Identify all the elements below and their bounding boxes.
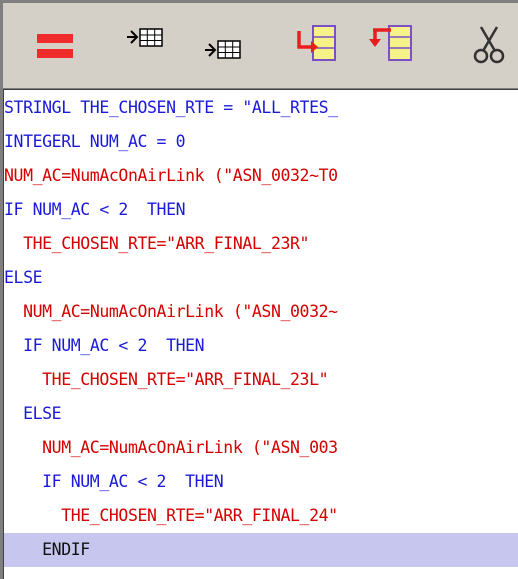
equals-button[interactable] — [27, 17, 83, 73]
code-line[interactable]: NUM_AC=NumAcOnAirLink ("ASN_0032~ — [4, 295, 518, 329]
code-line-current[interactable]: ENDIF — [4, 533, 518, 567]
indent-block-button[interactable] — [289, 17, 345, 73]
code-line[interactable]: ELSE — [4, 397, 518, 431]
code-line[interactable]: INTEGERL NUM_AC = 0 — [4, 125, 518, 159]
window-border-top — [0, 0, 518, 3]
code-text: INTEGERL NUM_AC = 0 — [4, 132, 186, 151]
code-text: NUM_AC=NumAcOnAirLink ("ASN_0032~T0 — [4, 166, 338, 185]
insert-table-below-icon — [205, 40, 241, 59]
outdent-block-button[interactable] — [363, 17, 419, 73]
code-line[interactable]: THE_CHOSEN_RTE="ARR_FINAL_23L" — [4, 363, 518, 397]
script-editor-window: STRINGL THE_CHOSEN_RTE = "ALL_RTES_ INTEG… — [0, 0, 518, 579]
code-text: THE_CHOSEN_RTE="ARR_FINAL_24" — [61, 506, 338, 525]
code-line[interactable]: IF NUM_AC < 2 THEN — [4, 465, 518, 499]
code-line[interactable]: NUM_AC=NumAcOnAirLink ("ASN_0032~T0 — [4, 159, 518, 193]
code-text: ELSE — [23, 404, 62, 423]
code-editor[interactable]: STRINGL THE_CHOSEN_RTE = "ALL_RTES_ INTEG… — [3, 89, 518, 579]
code-line[interactable]: IF NUM_AC < 2 THEN — [4, 193, 518, 227]
code-text: IF NUM_AC < 2 THEN — [4, 200, 186, 219]
window-border-left — [0, 0, 3, 579]
move-block-right-icon — [297, 25, 336, 61]
cut-button[interactable] — [463, 17, 518, 73]
toolbar — [3, 3, 518, 89]
code-text: STRINGL THE_CHOSEN_RTE = "ALL_RTES_ — [4, 98, 338, 117]
code-text: ELSE — [4, 268, 43, 287]
code-line[interactable]: ELSE — [4, 261, 518, 295]
code-text: ENDIF — [42, 540, 90, 559]
equals-icon — [37, 34, 73, 58]
insert-table-above-icon — [127, 28, 163, 47]
insert-row-below-button[interactable] — [197, 17, 253, 73]
code-line[interactable]: NUM_AC=NumAcOnAirLink ("ASN_003 — [4, 431, 518, 465]
insert-row-above-button[interactable] — [123, 17, 179, 73]
code-text: NUM_AC=NumAcOnAirLink ("ASN_003 — [42, 438, 338, 457]
code-line[interactable]: THE_CHOSEN_RTE="ARR_FINAL_24" — [4, 499, 518, 533]
code-text: THE_CHOSEN_RTE="ARR_FINAL_23L" — [42, 370, 329, 389]
code-text: THE_CHOSEN_RTE="ARR_FINAL_23R" — [23, 234, 310, 253]
code-line[interactable]: IF NUM_AC < 2 THEN — [4, 329, 518, 363]
scissors-icon — [473, 26, 505, 64]
code-line[interactable]: STRINGL THE_CHOSEN_RTE = "ALL_RTES_ — [4, 91, 518, 125]
code-line[interactable]: THE_CHOSEN_RTE="ARR_FINAL_23R" — [4, 227, 518, 261]
move-block-left-icon — [369, 25, 412, 61]
code-text: IF NUM_AC < 2 THEN — [42, 472, 224, 491]
code-text: IF NUM_AC < 2 THEN — [23, 336, 205, 355]
code-text: NUM_AC=NumAcOnAirLink ("ASN_0032~ — [23, 302, 338, 321]
